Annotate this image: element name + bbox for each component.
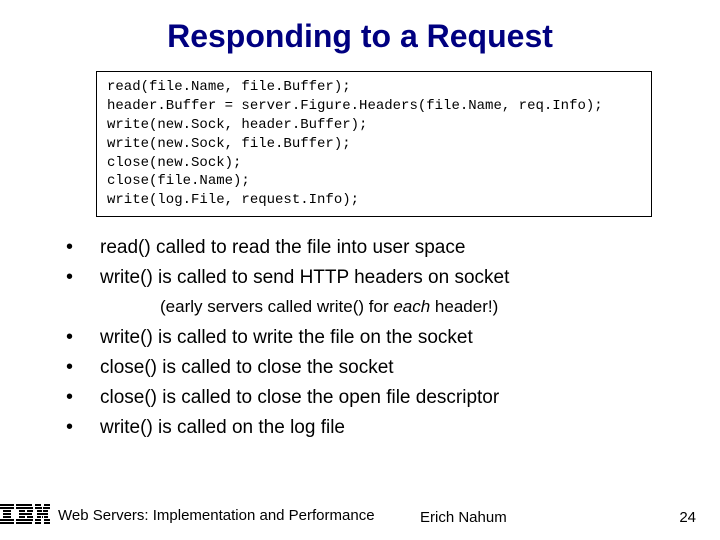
code-line: close(new.Sock); [107,155,241,171]
list-item: • close() is called to close the open fi… [60,385,680,411]
note-emphasis: each [393,297,430,316]
code-block: read(file.Name, file.Buffer); header.Buf… [96,71,652,217]
bullet-text: write() is called to write the file on t… [100,325,473,351]
footer-title: Web Servers: Implementation and Performa… [58,507,375,524]
bullet-text: read() called to read the file into user… [100,235,465,261]
page-number: 24 [679,509,696,526]
list-item: • close() is called to close the socket [60,355,680,381]
bullet-text: write() is called on the log file [100,415,345,441]
code-line: write(new.Sock, file.Buffer); [107,136,351,152]
code-line: read(file.Name, file.Buffer); [107,79,351,95]
list-item: • read() called to read the file into us… [60,235,680,261]
ibm-logo-icon [0,504,50,526]
bullet-text: write() is called to send HTTP headers o… [100,265,509,291]
list-item: • write() is called to write the file on… [60,325,680,351]
bullet-icon: • [60,355,100,379]
footer-author: Erich Nahum [420,509,507,526]
code-line: close(file.Name); [107,173,250,189]
slide-footer: Web Servers: Implementation and Performa… [0,504,720,526]
code-line: header.Buffer = server.Figure.Headers(fi… [107,98,603,114]
bullet-icon: • [60,415,100,439]
bullet-icon: • [60,265,100,289]
code-line: write(new.Sock, header.Buffer); [107,117,367,133]
bullet-icon: • [60,325,100,349]
bullet-icon: • [60,235,100,259]
bullet-list: • read() called to read the file into us… [60,235,680,441]
sub-note: (early servers called write() for each h… [160,295,680,319]
list-item: • write() is called to send HTTP headers… [60,265,680,291]
slide-title: Responding to a Request [0,0,720,71]
list-item: • write() is called on the log file [60,415,680,441]
bullet-icon: • [60,385,100,409]
note-text: header!) [430,297,498,316]
note-text: (early servers called write() for [160,297,393,316]
code-line: write(log.File, request.Info); [107,192,359,208]
bullet-text: close() is called to close the open file… [100,385,499,411]
bullet-text: close() is called to close the socket [100,355,394,381]
